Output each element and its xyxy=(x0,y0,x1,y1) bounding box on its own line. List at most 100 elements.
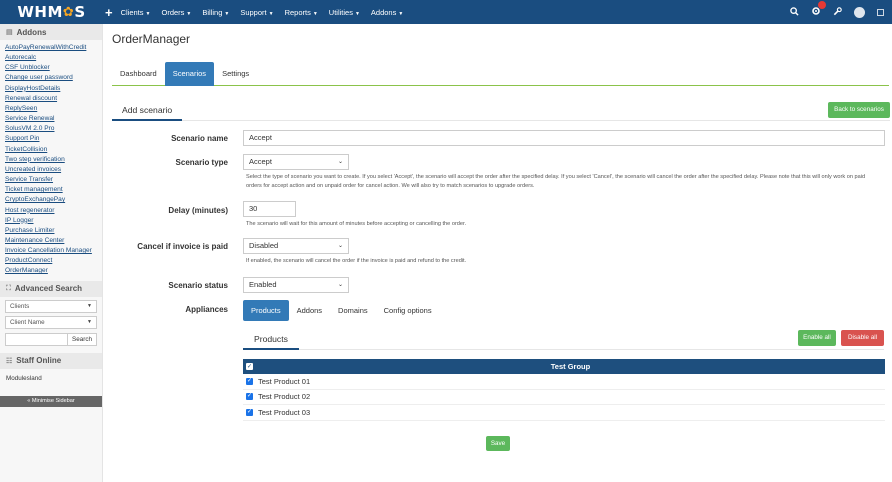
product-name: Test Product 02 xyxy=(258,392,311,402)
menu-support[interactable]: Support ▼ xyxy=(240,8,273,17)
menu-label: Support xyxy=(240,7,267,17)
addon-link[interactable]: Maintenance Center xyxy=(5,236,97,246)
advanced-search-header: ⛶ Advanced Search xyxy=(0,280,102,297)
notifications-icon[interactable] xyxy=(811,1,826,18)
search-button[interactable]: Search xyxy=(68,332,97,346)
addon-link[interactable]: CSF Unblocker xyxy=(5,63,97,73)
product-checkbox[interactable]: ✓ xyxy=(246,408,253,416)
addon-link[interactable]: DisplayHostDetails xyxy=(5,84,97,94)
search-field-value: Client Name xyxy=(10,318,45,326)
minimise-sidebar-button[interactable]: « Minimise Sidebar xyxy=(0,395,102,407)
addon-link[interactable]: AutoPayRenewalWithCredit xyxy=(5,43,97,53)
tab-addons[interactable]: Addons xyxy=(289,300,330,321)
module-tabs: Dashboard Scenarios Settings xyxy=(112,62,889,86)
window-icon[interactable] xyxy=(877,8,884,16)
addon-link[interactable]: TicketCollision xyxy=(5,145,97,155)
delay-value: 30 xyxy=(249,204,258,213)
menu-addons[interactable]: Addons ▼ xyxy=(371,8,403,17)
addon-link[interactable]: Service Transfer xyxy=(5,175,97,185)
product-checkbox[interactable]: ✓ xyxy=(246,393,253,401)
scenario-type-label: Scenario type xyxy=(175,158,228,167)
wrench-icon[interactable] xyxy=(833,6,842,18)
tab-products[interactable]: Products xyxy=(243,300,289,321)
delay-label: Delay (minutes) xyxy=(168,206,228,215)
menu-orders[interactable]: Orders ▼ xyxy=(161,8,191,17)
caret-icon: ▼ xyxy=(354,10,360,17)
enable-all-button[interactable]: Enable all xyxy=(798,330,836,346)
logo-gear-icon: ✿ xyxy=(62,4,75,20)
caret-icon: ▼ xyxy=(224,10,230,17)
search-type-value: Clients xyxy=(10,302,30,310)
cancel-paid-select[interactable]: Disabled ⌄ xyxy=(243,238,349,254)
scenario-name-input[interactable]: Accept xyxy=(243,130,885,146)
addon-link[interactable]: Support Pin xyxy=(5,134,97,144)
sidebar: ▤ Addons AutoPayRenewalWithCredit Autorec… xyxy=(0,24,103,482)
menu-reports[interactable]: Reports ▼ xyxy=(285,8,318,17)
search-type-select[interactable]: Clients ▼ xyxy=(5,299,97,313)
addon-link[interactable]: Ticket management xyxy=(5,185,97,195)
addon-link[interactable]: ProductConnect xyxy=(5,256,97,266)
top-navbar: WHM ✿ S + Clients ▼ Orders ▼ Billing ▼ Suppor… xyxy=(0,0,892,24)
chevron-down-icon: ⌄ xyxy=(337,159,343,165)
addon-link[interactable]: Purchase Limiter xyxy=(5,226,97,236)
addons-list: AutoPayRenewalWithCredit Autorecalc CSF … xyxy=(0,40,102,277)
select-all-checkbox[interactable]: ✓ xyxy=(246,363,253,370)
scenario-type-select[interactable]: Accept ⌄ xyxy=(243,154,349,170)
cancel-paid-help: If enabled, the scenario will cancel the… xyxy=(246,258,467,264)
table-header: ✓ Test Group xyxy=(243,359,885,374)
add-scenario-header: Add scenario Back to scenarios xyxy=(112,102,890,121)
search-input[interactable] xyxy=(5,332,68,346)
addon-link[interactable]: ReplySeen xyxy=(5,104,97,114)
addon-link[interactable]: Autorecalc xyxy=(5,53,97,63)
delay-help: The scenario will wait for this amount o… xyxy=(246,221,467,227)
scenario-status-select[interactable]: Enabled ⌄ xyxy=(243,277,349,293)
whmcs-logo[interactable]: WHM ✿ S xyxy=(0,0,103,24)
addon-link[interactable]: OrderManager xyxy=(5,266,97,276)
back-to-scenarios-button[interactable]: Back to scenarios xyxy=(828,102,890,118)
table-row: ✓ Test Product 01 xyxy=(243,374,885,390)
staff-member[interactable]: Modulesland xyxy=(0,369,102,387)
save-button[interactable]: Save xyxy=(486,436,510,451)
cancel-paid-label: Cancel if invoice is paid xyxy=(137,242,228,251)
tab-scenarios[interactable]: Scenarios xyxy=(164,62,215,86)
menu-label: Addons xyxy=(370,7,397,17)
tab-dashboard[interactable]: Dashboard xyxy=(112,62,165,86)
menu-label: Reports xyxy=(284,7,311,17)
logo-suffix: S xyxy=(74,3,86,21)
search-field-select[interactable]: Client Name ▼ xyxy=(5,315,97,329)
appliance-tabs: Products Addons Domains Config options xyxy=(243,300,885,321)
quick-add-icon[interactable]: + xyxy=(105,5,113,20)
addon-link[interactable]: SolusVM 2.0 Pro xyxy=(5,124,97,134)
tab-config-options[interactable]: Config options xyxy=(376,300,440,321)
tab-settings[interactable]: Settings xyxy=(214,62,257,86)
staff-online-header: ☷ Staff Online xyxy=(0,352,102,369)
addon-link[interactable]: Service Renewal xyxy=(5,114,97,124)
caret-icon: ▼ xyxy=(186,10,192,17)
menu-clients[interactable]: Clients ▼ xyxy=(121,8,151,17)
tab-domains[interactable]: Domains xyxy=(330,300,376,321)
chevron-down-icon: ▼ xyxy=(87,319,92,326)
menu-billing[interactable]: Billing ▼ xyxy=(202,8,229,17)
addons-icon: ▤ xyxy=(6,29,13,36)
product-name: Test Product 01 xyxy=(258,376,311,386)
notification-badge xyxy=(818,1,826,9)
addon-link[interactable]: Invoice Cancellation Manager xyxy=(5,246,97,256)
disable-all-button[interactable]: Disable all xyxy=(841,330,884,346)
product-checkbox[interactable]: ✓ xyxy=(246,377,253,385)
user-avatar[interactable] xyxy=(854,6,865,18)
addon-link[interactable]: Host regenerator xyxy=(5,206,97,216)
scenario-type-value: Accept xyxy=(249,157,272,166)
menu-label: Utilities xyxy=(328,7,353,17)
caret-icon: ▼ xyxy=(398,10,404,17)
search-icon[interactable] xyxy=(790,6,799,18)
addon-link[interactable]: Uncreated invoices xyxy=(5,165,97,175)
addon-link[interactable]: CryptoExchangePay xyxy=(5,195,97,205)
addon-link[interactable]: Change user password xyxy=(5,73,97,83)
addon-link[interactable]: Two step verification xyxy=(5,155,97,165)
addon-link[interactable]: IP Logger xyxy=(5,216,97,226)
addon-link[interactable]: Renewal discount xyxy=(5,94,97,104)
delay-input[interactable]: 30 xyxy=(243,201,296,217)
select-all-cell: ✓ xyxy=(243,363,256,370)
scenario-name-value: Accept xyxy=(249,133,272,142)
menu-utilities[interactable]: Utilities ▼ xyxy=(329,8,360,17)
